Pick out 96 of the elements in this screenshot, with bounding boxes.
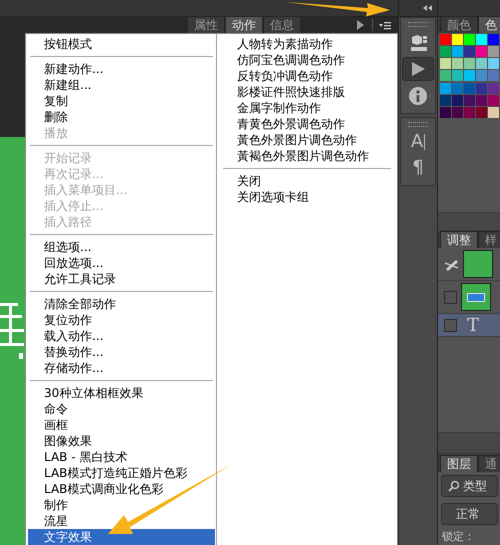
layer-row[interactable]	[438, 248, 500, 281]
color-swatch[interactable]	[440, 34, 451, 45]
color-swatch[interactable]	[488, 94, 499, 106]
menu-item[interactable]: 关闭选项卡组	[221, 189, 393, 205]
menu-item[interactable]: 替换动作...	[28, 344, 215, 360]
panel-tab[interactable]: 色	[478, 16, 500, 33]
menu-item[interactable]: 流星	[28, 513, 215, 529]
color-swatch[interactable]	[440, 106, 451, 118]
tool-button[interactable]	[402, 57, 434, 81]
color-swatch[interactable]	[476, 58, 487, 70]
color-swatch[interactable]	[476, 94, 487, 106]
visibility-box[interactable]	[444, 290, 457, 304]
color-swatch[interactable]	[476, 34, 487, 45]
color-swatch[interactable]	[464, 34, 475, 45]
menu-item[interactable]: 允许工具记录	[28, 271, 215, 287]
color-swatch[interactable]	[452, 58, 463, 70]
color-swatch[interactable]	[476, 46, 487, 58]
menu-item[interactable]: 组选项...	[28, 239, 215, 255]
menu-item[interactable]: 画框	[28, 417, 215, 433]
menu-item[interactable]: 30种立体相框效果	[28, 385, 215, 401]
text-layer-glyph: T	[467, 314, 480, 336]
menu-item[interactable]: 黃褐色外景图片调色动作	[221, 148, 393, 164]
panel-tab[interactable]: 图层	[440, 455, 478, 472]
cube-icon	[408, 32, 428, 52]
menu-item[interactable]: 复制	[28, 93, 215, 109]
menu-item[interactable]: LAB模式调商业化色彩	[28, 481, 215, 497]
menu-item[interactable]: 回放选项...	[28, 255, 215, 271]
menu-item[interactable]: 图像效果	[28, 433, 215, 449]
tool-button[interactable]: ¶	[403, 157, 433, 179]
lock-label: 锁定：	[441, 529, 476, 545]
menu-item[interactable]: 载入动作...	[28, 328, 215, 344]
color-swatch[interactable]	[440, 46, 451, 58]
color-swatch[interactable]	[440, 82, 451, 94]
color-swatch[interactable]	[488, 106, 499, 118]
color-swatch[interactable]	[464, 106, 475, 118]
color-swatch[interactable]	[452, 94, 463, 106]
menu-item[interactable]: 青黄色外景调色动作	[221, 116, 393, 132]
color-swatch[interactable]	[440, 58, 451, 70]
menu-item[interactable]: 删除	[28, 109, 215, 125]
color-swatch[interactable]	[476, 82, 487, 94]
tool-button[interactable]: A	[403, 131, 433, 153]
panel-tab[interactable]: 动作	[225, 16, 263, 33]
color-swatch[interactable]	[452, 106, 463, 118]
menu-item[interactable]: 文字效果	[28, 529, 215, 545]
color-swatch[interactable]	[464, 58, 475, 70]
color-swatch[interactable]	[452, 34, 463, 45]
color-swatch[interactable]	[464, 46, 475, 58]
color-swatch[interactable]	[476, 106, 487, 118]
menu-item[interactable]: 新建动作...	[28, 61, 215, 77]
menu-item[interactable]: 仿阿宝色调调色动作	[221, 52, 393, 68]
menu-item[interactable]: 人物转为素描动作	[221, 36, 393, 52]
panel-tab[interactable]: 样	[478, 231, 500, 248]
panel-tab[interactable]: 信息	[263, 16, 301, 33]
play-icon	[410, 61, 426, 77]
filter-dropdown[interactable]: 类型	[441, 475, 498, 497]
color-swatch[interactable]	[464, 70, 475, 82]
panel-tab[interactable]: 属性	[187, 16, 225, 33]
visibility-box[interactable]	[444, 318, 457, 332]
menu-item[interactable]: 反转负冲调色动作	[221, 68, 393, 84]
color-swatch[interactable]	[488, 82, 499, 94]
color-swatch[interactable]	[452, 46, 463, 58]
blend-mode-dropdown[interactable]: 正常	[441, 503, 498, 525]
color-swatch[interactable]	[440, 70, 451, 82]
menu-item[interactable]: 清除全部动作	[28, 296, 215, 312]
menu-item[interactable]: LAB模式打造纯正婚片色彩	[28, 465, 215, 481]
menu-item[interactable]: 金属字制作动作	[221, 100, 393, 116]
menu-item[interactable]: 新建组...	[28, 77, 215, 93]
color-swatch[interactable]	[440, 94, 451, 106]
menu-item[interactable]: 存储动作...	[28, 360, 215, 376]
panel-tab[interactable]: 调整	[440, 231, 478, 248]
panel-tab[interactable]: 通	[478, 455, 500, 472]
menu-item[interactable]: 按钮模式	[28, 36, 215, 52]
color-swatch[interactable]	[464, 82, 475, 94]
color-swatch[interactable]	[476, 70, 487, 82]
layer-row[interactable]: T	[438, 314, 500, 337]
menu-item[interactable]: 命令	[28, 401, 215, 417]
layer-thumbnail	[463, 250, 493, 278]
color-swatch[interactable]	[488, 46, 499, 58]
color-swatch[interactable]	[464, 94, 475, 106]
color-swatch[interactable]	[488, 58, 499, 70]
menu-item[interactable]: 制作	[28, 497, 215, 513]
menu-item[interactable]: 复位动作	[28, 312, 215, 328]
color-swatch[interactable]	[452, 82, 463, 94]
layer-thumbnail	[461, 283, 491, 311]
menu-item[interactable]: 关闭	[221, 173, 393, 189]
color-swatch[interactable]	[488, 70, 499, 82]
layer-row[interactable]	[438, 281, 500, 314]
menu-item[interactable]: 黃色外景图片调色动作	[221, 132, 393, 148]
menu-item[interactable]: LAB - 黑白技术	[28, 449, 215, 465]
search-icon	[448, 480, 459, 492]
menu-item[interactable]: 影楼证件照快速排版	[221, 84, 393, 100]
color-swatch[interactable]	[488, 34, 499, 45]
collapse-icon[interactable]	[422, 3, 433, 13]
panel-tab[interactable]: 颜色	[440, 16, 478, 33]
info-icon	[409, 87, 427, 105]
color-swatch[interactable]	[452, 70, 463, 82]
